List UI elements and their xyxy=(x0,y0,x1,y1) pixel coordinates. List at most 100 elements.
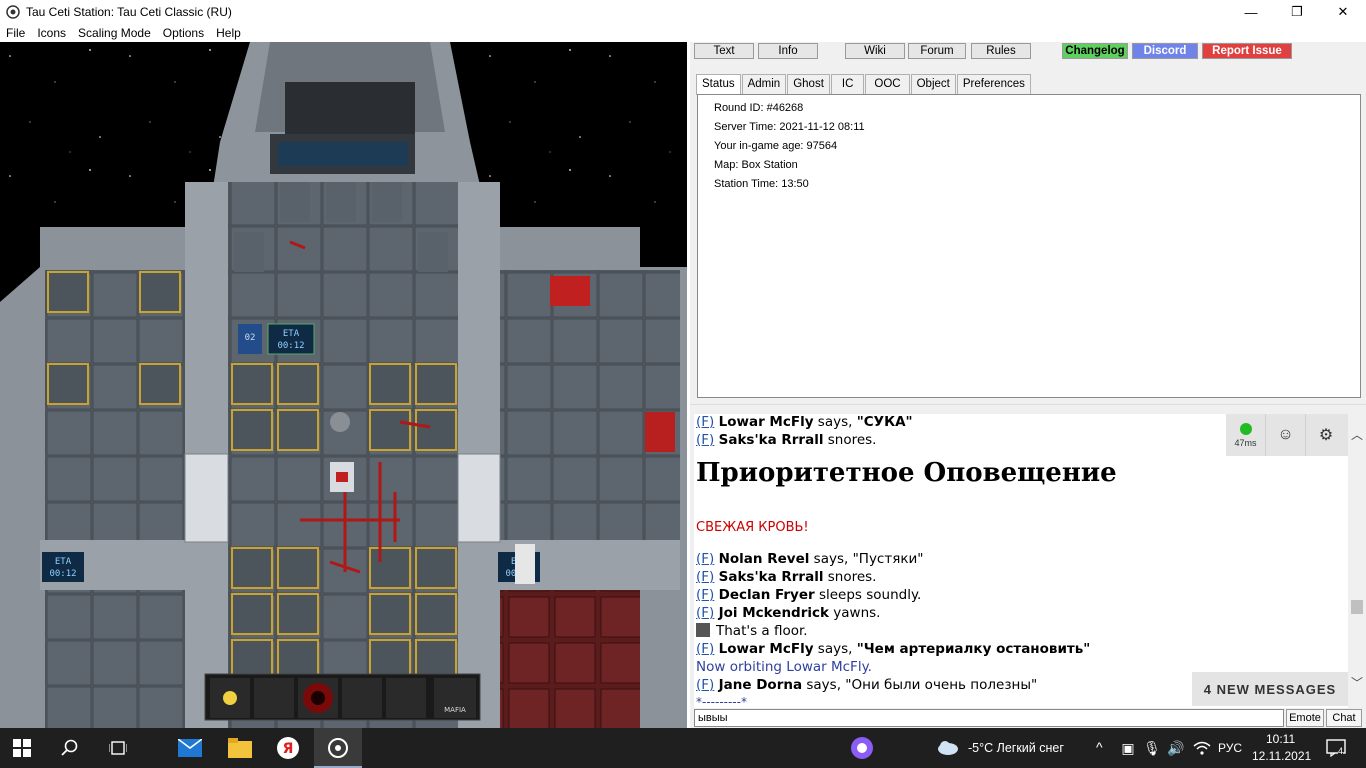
changelog-button[interactable]: Changelog xyxy=(1062,43,1128,59)
right-panel: Text Info Wiki Forum Rules Changelog Dis… xyxy=(690,42,1366,728)
text-button[interactable]: Text xyxy=(694,43,754,59)
chat-line: That's a floor. xyxy=(696,623,808,639)
chat-output: (F) Lowar McFly says, "СУКА" (F) Saks'ka… xyxy=(694,414,1348,710)
menu-scaling-mode[interactable]: Scaling Mode xyxy=(72,26,157,40)
chevron-up-icon[interactable]: ^ xyxy=(1096,739,1103,755)
tab-ooc[interactable]: OOC xyxy=(865,74,910,94)
eta-time: 00:12 xyxy=(277,341,304,351)
chat-line: Now orbiting Lowar McFly. xyxy=(696,659,872,675)
mail-icon[interactable] xyxy=(178,736,202,760)
info-button[interactable]: Info xyxy=(758,43,818,59)
network-icon[interactable]: ▣ xyxy=(1116,736,1140,760)
app-icon xyxy=(6,5,20,19)
link-toolbar: Text Info Wiki Forum Rules Changelog Dis… xyxy=(690,42,1366,60)
weather-icon xyxy=(936,736,960,760)
chat-line: (F) Lowar McFly says, "СУКА" xyxy=(696,414,913,430)
ghost-sprite[interactable] xyxy=(330,412,350,432)
chat-line: (F) Nolan Revel says, "Пустяки" xyxy=(696,551,924,567)
game-map[interactable]: ETA 00:12 ETA 00:12 ETA 00:12 02 xyxy=(0,42,687,728)
menu-file[interactable]: File xyxy=(0,26,31,40)
chat-controls: 47ms ☺ ⚙ xyxy=(1226,414,1348,456)
stat-tabs: Status Admin Ghost IC OOC Object Prefere… xyxy=(696,74,1032,95)
menu-help[interactable]: Help xyxy=(210,26,247,40)
yandex-browser-icon[interactable]: Я xyxy=(276,736,300,760)
discord-button[interactable]: Discord xyxy=(1132,43,1198,59)
svg-text:02: 02 xyxy=(245,333,256,343)
search-icon[interactable] xyxy=(58,736,82,760)
tab-ghost[interactable]: Ghost xyxy=(787,74,830,94)
menu-options[interactable]: Options xyxy=(157,26,210,40)
hotbar[interactable]: MAFIA xyxy=(204,673,481,721)
wifi-icon[interactable] xyxy=(1190,736,1214,760)
chat-line: (F) Saks'ka Rrrall snores. xyxy=(696,432,877,448)
alice-assistant-icon[interactable] xyxy=(850,736,874,760)
windows-start-icon[interactable] xyxy=(10,736,34,760)
emote-button[interactable]: Emote xyxy=(1286,709,1324,727)
station-time: Station Time: 13:50 xyxy=(714,178,809,190)
server-time: Server Time: 2021-11-12 08:11 xyxy=(714,121,865,133)
follow-link[interactable]: (F) xyxy=(696,414,714,430)
scroll-thumb[interactable] xyxy=(1351,600,1363,614)
close-button[interactable]: ✕ xyxy=(1320,0,1366,24)
chat-button[interactable]: Chat xyxy=(1326,709,1362,727)
player-sprite[interactable] xyxy=(515,544,535,584)
eta-display-left: ETA 00:12 xyxy=(42,552,84,582)
clock-date[interactable]: 12.11.2021 xyxy=(1252,749,1311,763)
wiki-button[interactable]: Wiki xyxy=(845,43,905,59)
language-indicator[interactable]: РУС xyxy=(1218,741,1242,755)
chat-line: (F) Jane Dorna says, "Они были очень пол… xyxy=(696,677,1038,693)
tab-preferences[interactable]: Preferences xyxy=(956,74,1031,94)
map-name: Map: Box Station xyxy=(714,159,798,171)
tab-object[interactable]: Object xyxy=(910,74,956,94)
input-row: ывыы Emote Chat xyxy=(690,708,1366,728)
title-bar: Tau Ceti Station: Tau Ceti Classic (RU) … xyxy=(0,0,1366,24)
microphone-icon[interactable]: 🎙 xyxy=(1140,736,1164,760)
eta-label: ETA xyxy=(283,329,300,339)
chat-line: (F) Declan Fryer sleeps soundly. xyxy=(696,587,922,603)
notifications-icon[interactable] xyxy=(1324,736,1348,760)
task-view-icon[interactable] xyxy=(106,736,130,760)
emoji-icon[interactable]: ☺ xyxy=(1266,414,1306,456)
tab-status[interactable]: Status xyxy=(696,74,741,95)
svg-text:00:12: 00:12 xyxy=(49,569,76,579)
chat-line: *---------* xyxy=(696,695,747,709)
scroll-down-icon[interactable]: ﹀ xyxy=(1351,674,1363,691)
follow-link[interactable]: (F) xyxy=(696,432,714,448)
byond-icon[interactable] xyxy=(326,736,350,760)
tab-admin[interactable]: Admin xyxy=(741,74,787,94)
ping-status-icon xyxy=(1239,422,1252,435)
ping-value: 47ms xyxy=(1234,437,1257,448)
menu-icons[interactable]: Icons xyxy=(31,26,72,40)
chat-input[interactable]: ывыы xyxy=(694,709,1284,727)
menu-bar: File Icons Scaling Mode Options Help xyxy=(0,24,1366,42)
scroll-up-icon[interactable]: ︿ xyxy=(1351,426,1363,443)
floor-icon xyxy=(696,623,710,637)
status-panel: Round ID: #46268 Server Time: 2021-11-12… xyxy=(697,94,1361,398)
taskbar: Я -5°C Легкий снег ^ ▣ 🎙 🔊 РУС 10:11 12.… xyxy=(0,728,1366,768)
volume-icon[interactable]: 🔊 xyxy=(1164,736,1188,760)
tab-ic[interactable]: IC xyxy=(830,74,865,94)
weather-text[interactable]: -5°C Легкий снег xyxy=(968,741,1064,755)
panel-splitter[interactable] xyxy=(690,404,1366,414)
round-id: Round ID: #46268 xyxy=(714,102,804,114)
ping-indicator: 47ms xyxy=(1226,414,1266,456)
svg-text:ETA: ETA xyxy=(55,557,72,567)
clock-time[interactable]: 10:11 xyxy=(1266,732,1295,746)
pod-number-display: 02 xyxy=(238,324,262,354)
gear-icon[interactable]: ⚙ xyxy=(1306,414,1346,456)
file-explorer-icon[interactable] xyxy=(228,736,252,760)
eta-display: ETA 00:12 xyxy=(267,323,315,355)
svg-text:Я: Я xyxy=(283,741,294,757)
rules-button[interactable]: Rules xyxy=(971,43,1031,59)
alert-text: СВЕЖАЯ КРОВЬ! xyxy=(696,520,809,535)
game-viewport[interactable]: ETA 00:12 ETA 00:12 ETA 00:12 02 xyxy=(0,42,687,728)
hotbar-mafia-label: MAFIA xyxy=(444,706,466,714)
window-title: Tau Ceti Station: Tau Ceti Classic (RU) xyxy=(26,5,232,19)
forum-button[interactable]: Forum xyxy=(908,43,966,59)
report-issue-button[interactable]: Report Issue xyxy=(1202,43,1292,59)
minimize-button[interactable]: — xyxy=(1228,0,1274,24)
new-messages-button[interactable]: 4 NEW MESSAGES xyxy=(1192,672,1348,706)
ingame-age: Your in-game age: 97564 xyxy=(714,140,838,152)
maximize-button[interactable]: ❐ xyxy=(1274,0,1320,24)
chat-scrollbar[interactable]: ︿ ﹀ xyxy=(1348,414,1366,710)
